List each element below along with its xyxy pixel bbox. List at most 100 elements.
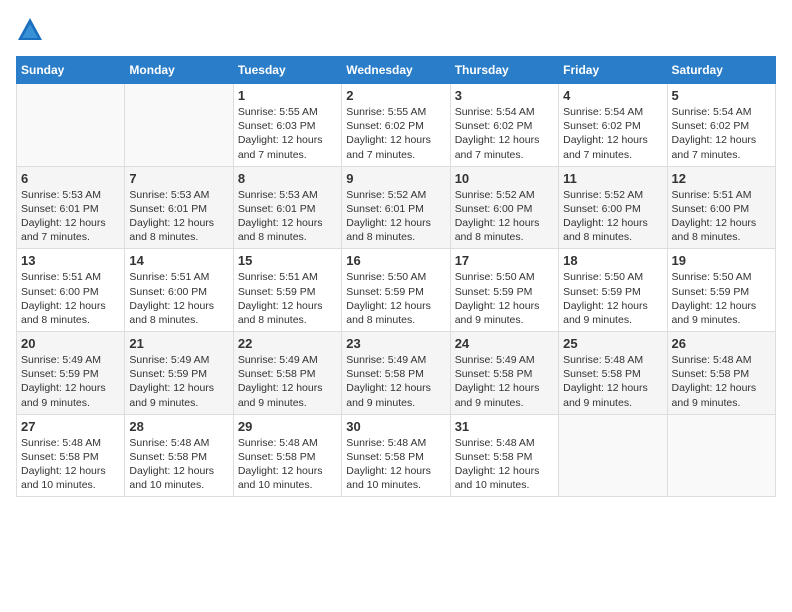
day-info: Sunrise: 5:54 AMSunset: 6:02 PMDaylight:… — [455, 105, 554, 162]
day-number: 15 — [238, 253, 337, 268]
calendar-cell: 18 Sunrise: 5:50 AMSunset: 5:59 PMDayligh… — [559, 249, 667, 332]
calendar-cell: 12 Sunrise: 5:51 AMSunset: 6:00 PMDayligh… — [667, 166, 775, 249]
day-info: Sunrise: 5:48 AMSunset: 5:58 PMDaylight:… — [563, 353, 662, 410]
day-number: 11 — [563, 171, 662, 186]
day-header-thursday: Thursday — [450, 57, 558, 84]
page-header — [16, 16, 776, 44]
calendar-cell: 4 Sunrise: 5:54 AMSunset: 6:02 PMDaylight… — [559, 84, 667, 167]
calendar-cell: 11 Sunrise: 5:52 AMSunset: 6:00 PMDayligh… — [559, 166, 667, 249]
calendar-cell: 14 Sunrise: 5:51 AMSunset: 6:00 PMDayligh… — [125, 249, 233, 332]
week-row-2: 6Sunrise: 5:53 AMSunset: 6:01 PMDaylight… — [17, 166, 776, 249]
day-info: Sunrise: 5:48 AMSunset: 5:58 PMDaylight:… — [21, 436, 120, 493]
day-info: Sunrise: 5:51 AMSunset: 6:00 PMDaylight:… — [129, 270, 228, 327]
day-info: Sunrise: 5:51 AMSunset: 6:00 PMDaylight:… — [21, 270, 120, 327]
calendar-cell: 29 Sunrise: 5:48 AMSunset: 5:58 PMDayligh… — [233, 414, 341, 497]
day-info: Sunrise: 5:48 AMSunset: 5:58 PMDaylight:… — [346, 436, 445, 493]
day-info: Sunrise: 5:50 AMSunset: 5:59 PMDaylight:… — [455, 270, 554, 327]
day-number: 31 — [455, 419, 554, 434]
day-info: Sunrise: 5:50 AMSunset: 5:59 PMDaylight:… — [672, 270, 771, 327]
calendar-body: 1Sunrise: 5:55 AMSunset: 6:03 PMDaylight… — [17, 84, 776, 497]
calendar-cell: 17 Sunrise: 5:50 AMSunset: 5:59 PMDayligh… — [450, 249, 558, 332]
logo — [16, 16, 48, 44]
day-number: 28 — [129, 419, 228, 434]
day-info: Sunrise: 5:49 AMSunset: 5:59 PMDaylight:… — [21, 353, 120, 410]
week-row-3: 13 Sunrise: 5:51 AMSunset: 6:00 PMDayligh… — [17, 249, 776, 332]
calendar-table: SundayMondayTuesdayWednesdayThursdayFrid… — [16, 56, 776, 497]
day-number: 23 — [346, 336, 445, 351]
day-number: 7 — [129, 171, 228, 186]
calendar-cell: 23 Sunrise: 5:49 AMSunset: 5:58 PMDayligh… — [342, 332, 450, 415]
calendar-cell: 26Sunrise: 5:48 AMSunset: 5:58 PMDayligh… — [667, 332, 775, 415]
day-info: Sunrise: 5:49 AMSunset: 5:58 PMDaylight:… — [455, 353, 554, 410]
day-info: Sunrise: 5:51 AMSunset: 5:59 PMDaylight:… — [238, 270, 337, 327]
calendar-cell: 22Sunrise: 5:49 AMSunset: 5:58 PMDayligh… — [233, 332, 341, 415]
calendar-cell: 9Sunrise: 5:52 AMSunset: 6:01 PMDaylight… — [342, 166, 450, 249]
day-number: 25 — [563, 336, 662, 351]
calendar-cell — [125, 84, 233, 167]
calendar-cell: 2Sunrise: 5:55 AMSunset: 6:02 PMDaylight… — [342, 84, 450, 167]
day-info: Sunrise: 5:49 AMSunset: 5:58 PMDaylight:… — [346, 353, 445, 410]
day-header-friday: Friday — [559, 57, 667, 84]
day-number: 9 — [346, 171, 445, 186]
day-number: 30 — [346, 419, 445, 434]
calendar-cell: 5Sunrise: 5:54 AMSunset: 6:02 PMDaylight… — [667, 84, 775, 167]
day-number: 1 — [238, 88, 337, 103]
calendar-cell: 19 Sunrise: 5:50 AMSunset: 5:59 PMDayligh… — [667, 249, 775, 332]
header-row: SundayMondayTuesdayWednesdayThursdayFrid… — [17, 57, 776, 84]
calendar-cell: 1Sunrise: 5:55 AMSunset: 6:03 PMDaylight… — [233, 84, 341, 167]
calendar-cell: 15 Sunrise: 5:51 AMSunset: 5:59 PMDayligh… — [233, 249, 341, 332]
calendar-cell — [667, 414, 775, 497]
day-number: 26 — [672, 336, 771, 351]
calendar-cell: 10Sunrise: 5:52 AMSunset: 6:00 PMDayligh… — [450, 166, 558, 249]
day-info: Sunrise: 5:48 AMSunset: 5:58 PMDaylight:… — [238, 436, 337, 493]
day-number: 5 — [672, 88, 771, 103]
day-header-tuesday: Tuesday — [233, 57, 341, 84]
calendar-cell — [559, 414, 667, 497]
day-info: Sunrise: 5:51 AMSunset: 6:00 PMDaylight:… — [672, 188, 771, 245]
calendar-cell: 20 Sunrise: 5:49 AMSunset: 5:59 PMDayligh… — [17, 332, 125, 415]
calendar-cell: 27 Sunrise: 5:48 AMSunset: 5:58 PMDayligh… — [17, 414, 125, 497]
day-header-monday: Monday — [125, 57, 233, 84]
day-info: Sunrise: 5:53 AMSunset: 6:01 PMDaylight:… — [238, 188, 337, 245]
day-number: 4 — [563, 88, 662, 103]
day-info: Sunrise: 5:50 AMSunset: 5:59 PMDaylight:… — [346, 270, 445, 327]
calendar-cell: 24 Sunrise: 5:49 AMSunset: 5:58 PMDayligh… — [450, 332, 558, 415]
day-number: 29 — [238, 419, 337, 434]
day-number: 21 — [129, 336, 228, 351]
week-row-1: 1Sunrise: 5:55 AMSunset: 6:03 PMDaylight… — [17, 84, 776, 167]
calendar-cell: 28Sunrise: 5:48 AMSunset: 5:58 PMDayligh… — [125, 414, 233, 497]
day-number: 12 — [672, 171, 771, 186]
day-number: 14 — [129, 253, 228, 268]
day-number: 18 — [563, 253, 662, 268]
calendar-header: SundayMondayTuesdayWednesdayThursdayFrid… — [17, 57, 776, 84]
calendar-cell: 13 Sunrise: 5:51 AMSunset: 6:00 PMDayligh… — [17, 249, 125, 332]
day-info: Sunrise: 5:50 AMSunset: 5:59 PMDaylight:… — [563, 270, 662, 327]
day-info: Sunrise: 5:55 AMSunset: 6:02 PMDaylight:… — [346, 105, 445, 162]
calendar-cell: 25 Sunrise: 5:48 AMSunset: 5:58 PMDayligh… — [559, 332, 667, 415]
day-info: Sunrise: 5:52 AMSunset: 6:00 PMDaylight:… — [563, 188, 662, 245]
day-number: 27 — [21, 419, 120, 434]
day-number: 16 — [346, 253, 445, 268]
calendar-cell: 7 Sunrise: 5:53 AMSunset: 6:01 PMDaylight… — [125, 166, 233, 249]
day-info: Sunrise: 5:52 AMSunset: 6:00 PMDaylight:… — [455, 188, 554, 245]
day-info: Sunrise: 5:54 AMSunset: 6:02 PMDaylight:… — [563, 105, 662, 162]
week-row-4: 20 Sunrise: 5:49 AMSunset: 5:59 PMDayligh… — [17, 332, 776, 415]
day-info: Sunrise: 5:53 AMSunset: 6:01 PMDaylight:… — [21, 188, 120, 245]
calendar-cell: 31Sunrise: 5:48 AMSunset: 5:58 PMDayligh… — [450, 414, 558, 497]
day-number: 3 — [455, 88, 554, 103]
day-info: Sunrise: 5:49 AMSunset: 5:58 PMDaylight:… — [238, 353, 337, 410]
day-header-saturday: Saturday — [667, 57, 775, 84]
day-number: 8 — [238, 171, 337, 186]
calendar-cell — [17, 84, 125, 167]
day-number: 17 — [455, 253, 554, 268]
calendar-cell: 30 Sunrise: 5:48 AMSunset: 5:58 PMDayligh… — [342, 414, 450, 497]
day-info: Sunrise: 5:53 AMSunset: 6:01 PMDaylight:… — [129, 188, 228, 245]
calendar-cell: 8 Sunrise: 5:53 AMSunset: 6:01 PMDaylight… — [233, 166, 341, 249]
calendar-cell: 6Sunrise: 5:53 AMSunset: 6:01 PMDaylight… — [17, 166, 125, 249]
day-number: 24 — [455, 336, 554, 351]
day-number: 19 — [672, 253, 771, 268]
day-number: 20 — [21, 336, 120, 351]
day-info: Sunrise: 5:49 AMSunset: 5:59 PMDaylight:… — [129, 353, 228, 410]
day-number: 13 — [21, 253, 120, 268]
day-header-sunday: Sunday — [17, 57, 125, 84]
